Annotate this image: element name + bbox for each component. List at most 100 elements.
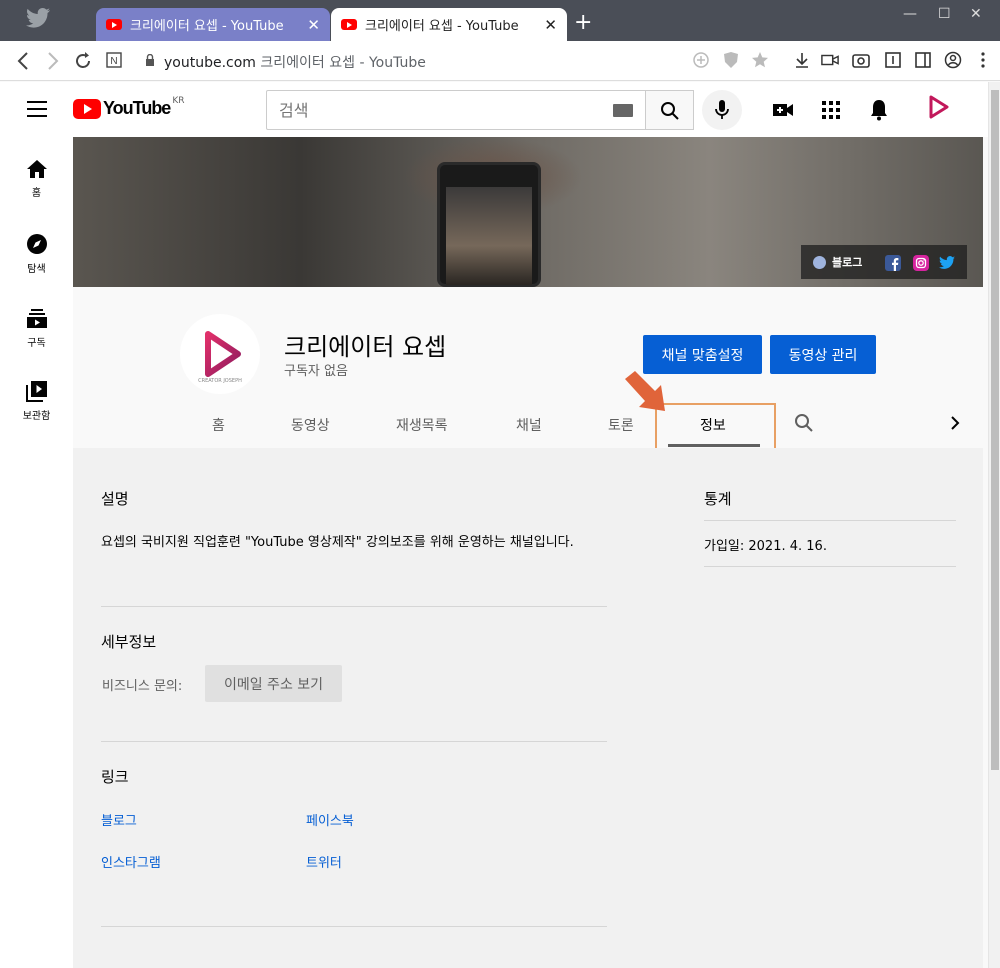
camera-icon[interactable]	[852, 51, 870, 69]
manage-videos-button[interactable]: 동영상 관리	[770, 335, 876, 374]
sidebar-item-library[interactable]: 보관함	[0, 380, 73, 422]
chevron-right-icon[interactable]	[949, 415, 961, 431]
svg-text:N: N	[110, 56, 117, 67]
youtube-logo-text: YouTube	[103, 98, 171, 118]
search-box	[266, 90, 646, 130]
channel-search-icon[interactable]	[794, 413, 814, 433]
voice-search-button[interactable]	[702, 90, 742, 130]
divider	[101, 926, 607, 927]
divider	[101, 606, 607, 607]
sidebar-item-label: 구독	[27, 338, 46, 349]
youtube-favicon-icon	[341, 19, 357, 30]
banner-phone-image	[437, 162, 541, 287]
search-input[interactable]	[267, 91, 597, 129]
details-title: 세부정보	[101, 633, 157, 651]
channel-name: 크리에이터 요셉	[284, 333, 447, 361]
link-blog[interactable]: 블로그	[101, 810, 137, 829]
tab-discussion[interactable]: 토론	[608, 415, 634, 435]
channel-avatar[interactable]: CREATOR JOSEPH	[180, 314, 260, 394]
divider	[101, 741, 607, 742]
window-close-icon[interactable]: ✕	[970, 6, 982, 22]
tab-close-icon[interactable]: ✕	[307, 16, 320, 34]
sidebar-item-subscriptions[interactable]: 구독	[0, 307, 73, 349]
sidebar-panel-icon[interactable]	[914, 51, 932, 69]
channel-banner: 블로그	[73, 137, 983, 287]
shield-extension-icon[interactable]	[722, 51, 740, 69]
link-facebook[interactable]: 페이스북	[306, 810, 354, 829]
tab-close-icon[interactable]: ✕	[544, 16, 557, 34]
stats-title: 통계	[704, 490, 732, 508]
library-icon	[25, 381, 47, 402]
bookmark-star-icon[interactable]	[751, 51, 769, 69]
region-code: KR	[172, 95, 185, 106]
channel-header: CREATOR JOSEPH 크리에이터 요셉 구독자 없음 채널 맞춤설정 동…	[73, 297, 983, 459]
channel-description: 요셉의 국비지원 직업훈련 "YouTube 영상제작" 강의보조를 위해 운영…	[101, 535, 574, 550]
minimize-icon[interactable]: —	[903, 6, 917, 22]
view-email-button[interactable]: 이메일 주소 보기	[205, 665, 342, 702]
add-extension-icon[interactable]	[692, 51, 710, 69]
sidebar-item-label: 보관함	[22, 411, 51, 422]
browser-menu-icon[interactable]	[974, 51, 992, 69]
browser-titlebar: 크리에이터 요셉 - YouTube ✕ 크리에이터 요셉 - YouTube …	[0, 0, 1000, 41]
annotation-arrow-icon	[625, 371, 665, 411]
description-title: 설명	[101, 490, 129, 508]
video-capture-icon[interactable]	[821, 51, 839, 69]
joined-date: 가입일: 2021. 4. 16.	[704, 539, 827, 554]
reader-mode-icon[interactable]	[884, 51, 902, 69]
divider	[704, 520, 956, 521]
notifications-bell-icon[interactable]	[867, 98, 891, 122]
page-scrollbar[interactable]	[988, 82, 1000, 968]
forward-icon[interactable]	[46, 52, 60, 70]
tab-channels[interactable]: 채널	[516, 415, 542, 435]
tab-title: 크리에이터 요셉 - YouTube	[130, 19, 284, 34]
url-host: youtube.com	[164, 55, 256, 71]
browser-tab-1[interactable]: 크리에이터 요셉 - YouTube ✕	[96, 8, 330, 41]
tab-playlists[interactable]: 재생목록	[396, 415, 448, 435]
banner-blog-label: 블로그	[832, 256, 863, 269]
browser-tab-2[interactable]: 크리에이터 요셉 - YouTube ✕	[331, 8, 567, 41]
youtube-logo[interactable]: YouTube KR	[73, 95, 185, 119]
youtube-header: YouTube KR	[0, 82, 988, 137]
maximize-icon[interactable]: ☐	[938, 6, 951, 22]
reload-icon[interactable]	[73, 51, 93, 71]
avatar-caption: CREATOR JOSEPH	[198, 378, 242, 384]
sidebar-item-home[interactable]: 홈	[0, 159, 73, 199]
link-instagram[interactable]: 인스타그램	[101, 852, 161, 871]
youtube-play-icon	[73, 98, 101, 119]
instagram-icon[interactable]	[913, 255, 929, 271]
profile-icon[interactable]	[944, 51, 962, 69]
tab-videos[interactable]: 동영상	[291, 415, 330, 435]
banner-links: 블로그	[801, 245, 967, 279]
facebook-icon[interactable]	[885, 255, 901, 271]
channel-logo-icon: CREATOR JOSEPH	[198, 331, 242, 384]
create-video-icon[interactable]	[771, 98, 795, 122]
tab-home[interactable]: 홈	[212, 415, 225, 435]
banner-blog-link[interactable]: 블로그	[813, 254, 862, 270]
subscriptions-icon	[26, 309, 47, 328]
url-page-title: 크리에이터 요셉 - YouTube	[255, 55, 426, 71]
keyboard-icon[interactable]	[613, 104, 633, 117]
subscriber-count: 구독자 없음	[284, 364, 348, 379]
twitter-icon[interactable]	[939, 255, 955, 271]
globe-icon	[813, 255, 826, 269]
apps-grid-icon[interactable]	[819, 98, 843, 122]
scrollbar-thumb[interactable]	[991, 90, 999, 770]
back-icon[interactable]	[16, 52, 30, 70]
download-icon[interactable]	[793, 51, 811, 69]
address-bar: N youtube.com 크리에이터 요셉 - YouTube	[0, 41, 1000, 81]
link-twitter[interactable]: 트위터	[306, 852, 342, 871]
url-text[interactable]: youtube.com 크리에이터 요셉 - YouTube	[164, 52, 426, 72]
search-button[interactable]	[645, 90, 694, 130]
new-tab-button[interactable]: +	[574, 12, 592, 34]
account-avatar-icon[interactable]	[922, 92, 954, 124]
search-icon	[661, 102, 679, 120]
microphone-icon	[715, 100, 729, 119]
sidebar-item-explore[interactable]: 탐색	[0, 233, 73, 275]
business-inquiry-label: 비즈니스 문의:	[102, 679, 183, 694]
lock-icon[interactable]	[145, 54, 155, 66]
naver-n-icon[interactable]: N	[106, 52, 122, 68]
tab-title: 크리에이터 요셉 - YouTube	[365, 19, 519, 34]
about-content: 설명 요셉의 국비지원 직업훈련 "YouTube 영상제작" 강의보조를 위해…	[73, 448, 983, 968]
sidebar-item-label: 홈	[31, 188, 42, 199]
hamburger-menu-icon[interactable]	[27, 101, 47, 117]
